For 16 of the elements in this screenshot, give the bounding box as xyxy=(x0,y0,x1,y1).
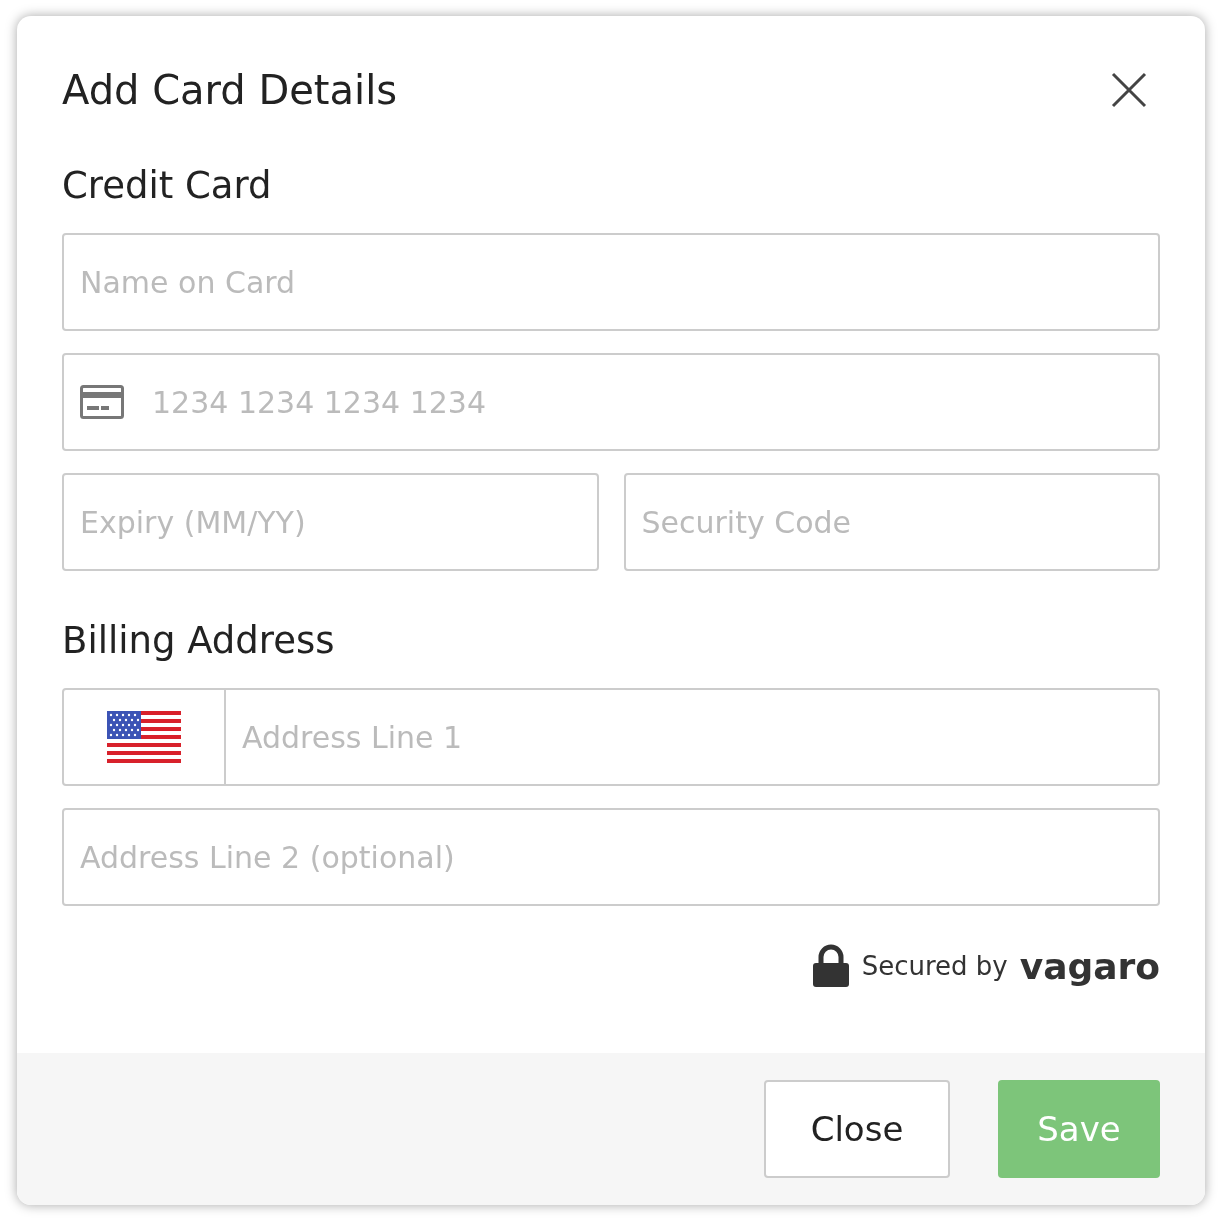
input-field[interactable]: Address Line 2 (optional) xyxy=(62,808,1160,906)
input-field[interactable]: Security Code xyxy=(623,473,1160,571)
input-field[interactable]: Name on Card xyxy=(62,233,1160,331)
close-icon[interactable] xyxy=(1111,72,1147,108)
input-field[interactable]: Expiry (MM/YY) xyxy=(62,473,599,571)
lock-icon xyxy=(811,944,850,988)
section-heading: Credit Card xyxy=(62,164,272,207)
brand-logo: vagaro xyxy=(1019,945,1160,987)
card-number-field[interactable]: 1234 1234 1234 1234 xyxy=(62,353,1160,451)
address-field[interactable]: Address Line 1 xyxy=(226,688,1160,786)
close-button[interactable]: Close xyxy=(764,1080,950,1178)
section-heading: Billing Address xyxy=(62,619,335,662)
flag-icon xyxy=(107,711,181,763)
country-select[interactable] xyxy=(62,688,226,786)
dialog-title: Add Card Details xyxy=(62,67,398,113)
secured-by-text: Secured by xyxy=(861,951,1008,981)
